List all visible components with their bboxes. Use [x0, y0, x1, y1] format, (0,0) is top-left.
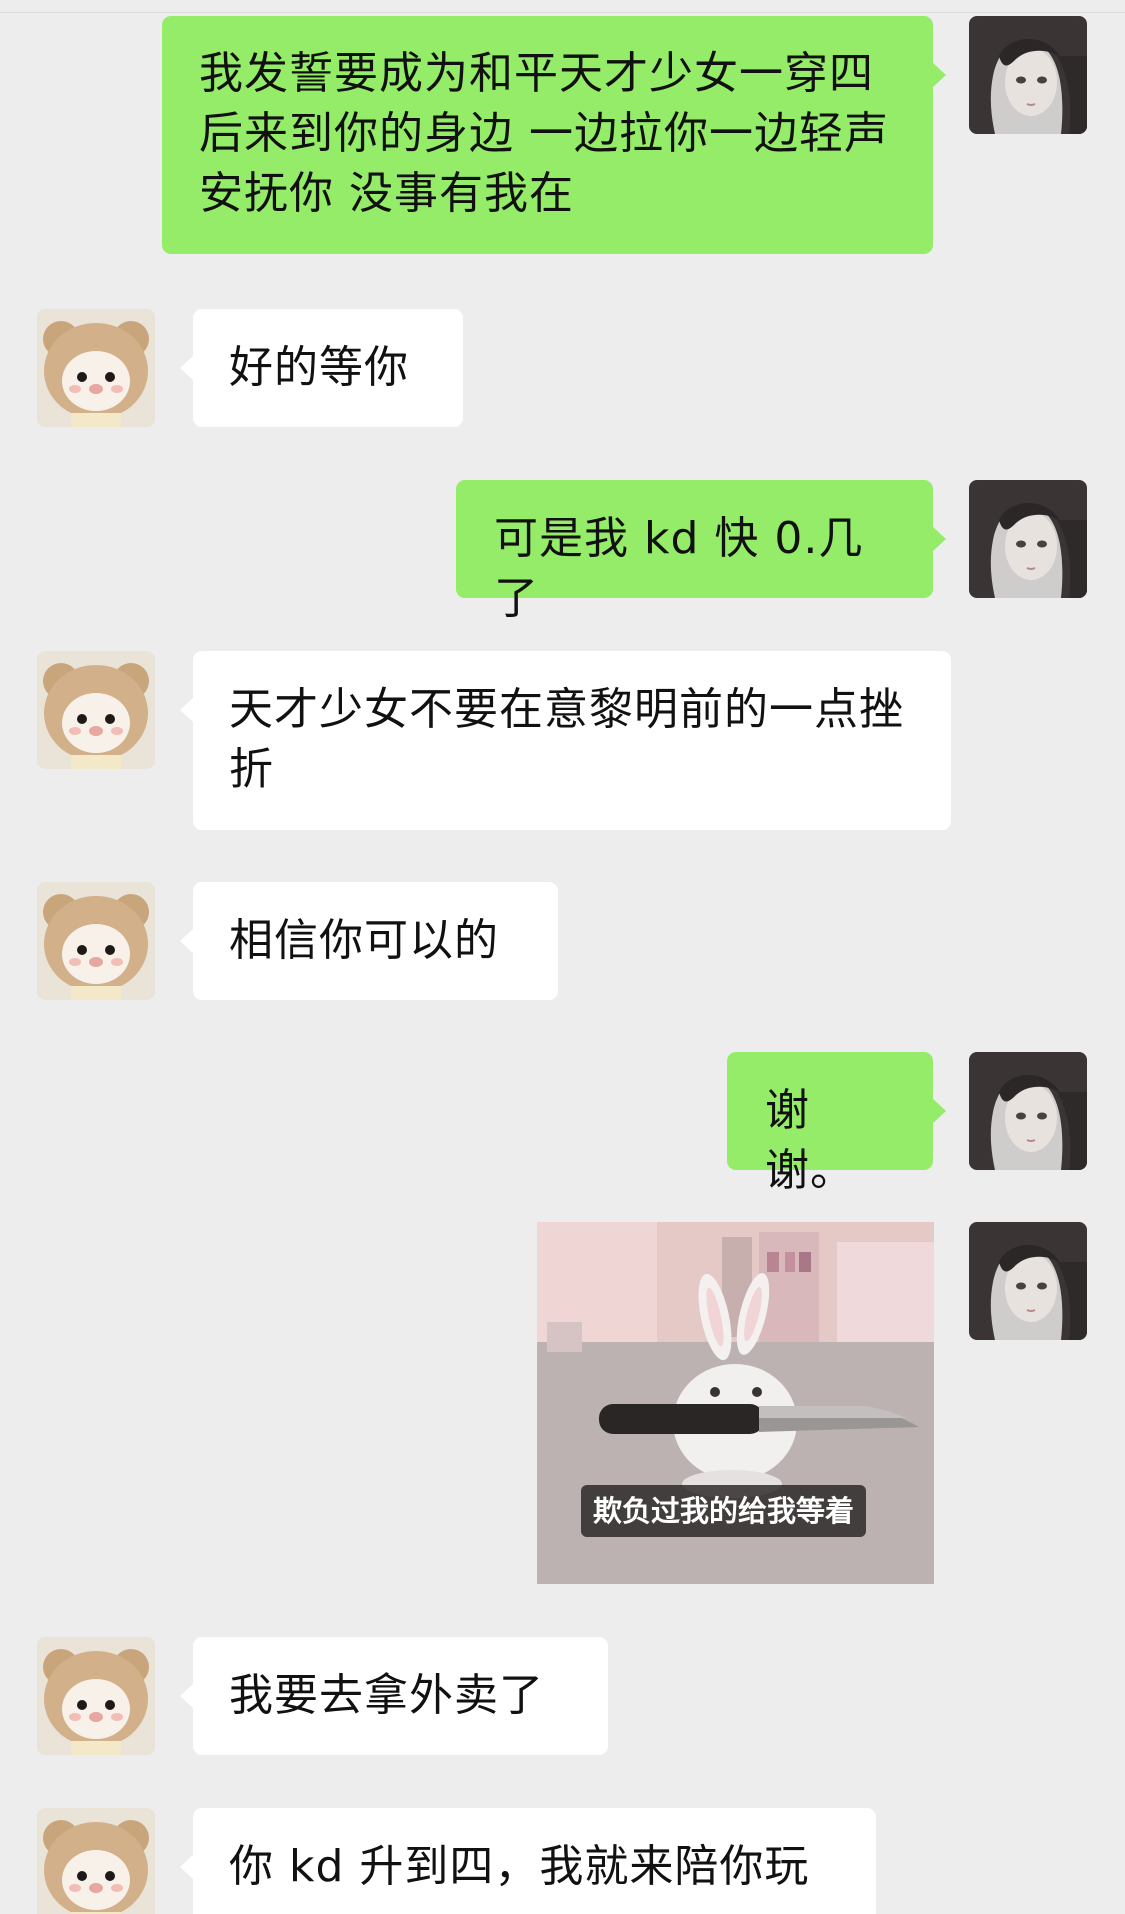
message-bubble-outgoing[interactable]: 我发誓要成为和平天才少女一穿四后来到你的身边 一边拉你一边轻声安抚你 没事有我在 — [162, 16, 946, 254]
top-divider — [0, 0, 1125, 13]
message-bubble-outgoing[interactable]: 谢谢。 — [727, 1052, 946, 1196]
doll-girl-avatar-icon[interactable] — [969, 1222, 1087, 1340]
message-bubble-incoming[interactable]: 相信你可以的 — [180, 882, 558, 1000]
message-text: 相信你可以的 — [229, 915, 499, 966]
rabbit-holding-knife-sticker[interactable]: 欺负过我的给我等着 — [537, 1222, 934, 1584]
message-text: 我要去拿外卖了 — [229, 1670, 544, 1721]
doll-girl-avatar-image — [969, 1052, 1087, 1170]
plush-bear-avatar-image — [37, 651, 155, 769]
message-text: 谢谢。 — [765, 1085, 855, 1196]
plush-bear-avatar-icon[interactable] — [37, 1637, 155, 1755]
message-text: 天才少女不要在意黎明前的一点挫折 — [229, 684, 904, 795]
plush-bear-avatar-image — [37, 882, 155, 1000]
sticker-caption: 欺负过我的给我等着 — [581, 1485, 867, 1537]
doll-girl-avatar-icon[interactable] — [969, 480, 1087, 598]
message-text: 好的等你 — [229, 342, 409, 393]
message-text: 可是我 kd 快 0.几了 — [494, 513, 864, 624]
plush-bear-avatar-icon[interactable] — [37, 651, 155, 769]
doll-girl-avatar-image — [969, 1222, 1087, 1340]
plush-bear-avatar-image — [37, 1808, 155, 1914]
plush-bear-avatar-icon[interactable] — [37, 309, 155, 427]
doll-girl-avatar-image — [969, 480, 1087, 598]
message-text: 我发誓要成为和平天才少女一穿四后来到你的身边 一边拉你一边轻声安抚你 没事有我在 — [199, 48, 889, 219]
message-text: 你 kd 升到四，我就来陪你玩 — [229, 1841, 810, 1892]
plush-bear-avatar-image — [37, 309, 155, 427]
message-bubble-incoming[interactable]: 天才少女不要在意黎明前的一点挫折 — [180, 651, 951, 830]
message-bubble-incoming[interactable]: 你 kd 升到四，我就来陪你玩 — [180, 1808, 876, 1914]
doll-girl-avatar-image — [969, 16, 1087, 134]
message-bubble-incoming[interactable]: 好的等你 — [180, 309, 463, 427]
plush-bear-avatar-icon[interactable] — [37, 1808, 155, 1914]
chat-view: 我发誓要成为和平天才少女一穿四后来到你的身边 一边拉你一边轻声安抚你 没事有我在 — [0, 0, 1125, 1914]
message-bubble-outgoing[interactable]: 可是我 kd 快 0.几了 — [456, 480, 946, 624]
doll-girl-avatar-icon[interactable] — [969, 1052, 1087, 1170]
plush-bear-avatar-icon[interactable] — [37, 882, 155, 1000]
message-bubble-incoming[interactable]: 我要去拿外卖了 — [180, 1637, 608, 1755]
plush-bear-avatar-image — [37, 1637, 155, 1755]
doll-girl-avatar-icon[interactable] — [969, 16, 1087, 134]
